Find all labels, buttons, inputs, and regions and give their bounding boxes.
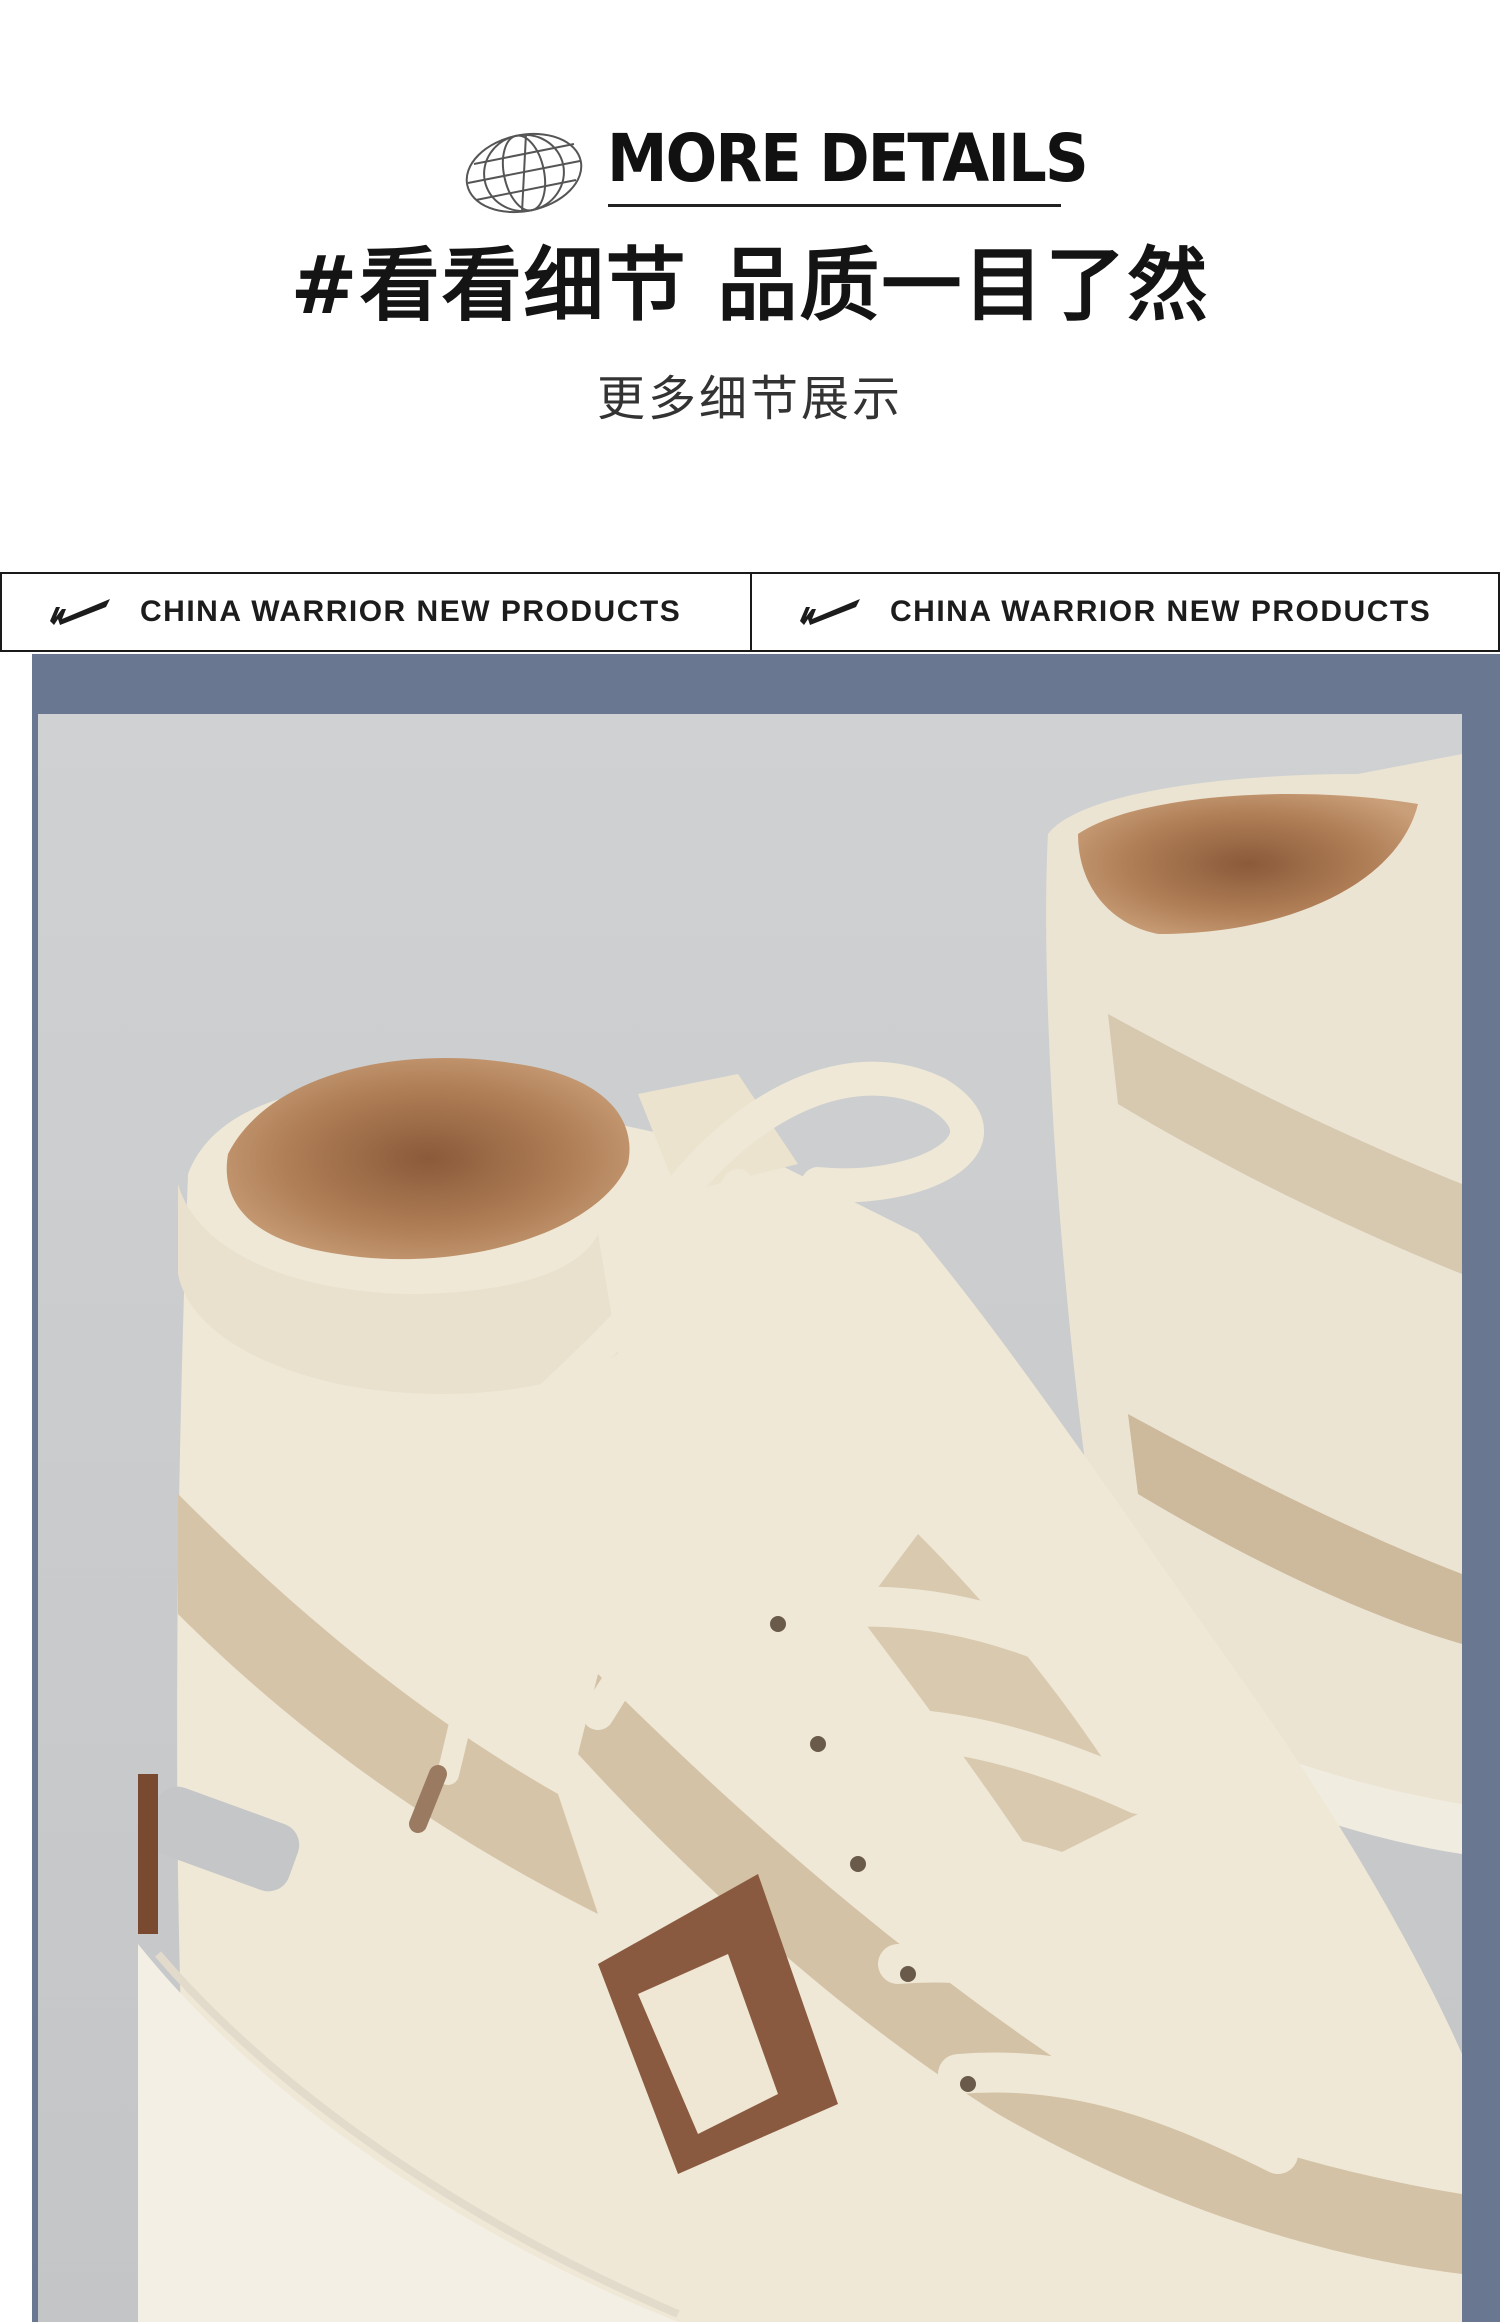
warrior-swoosh-logo — [800, 599, 860, 625]
brand-banner-text: CHINA WARRIOR NEW PRODUCTS — [890, 595, 1432, 628]
product-photo — [38, 714, 1462, 2322]
brand-banner-left: CHINA WARRIOR NEW PRODUCTS — [0, 572, 752, 652]
subline-cn: 更多细节展示 — [596, 371, 903, 427]
title-underline — [608, 204, 1061, 207]
sneaker-illustration — [38, 714, 1462, 2322]
section-title-en: MORE DETAILS — [607, 120, 1089, 197]
brand-banner-text: CHINA WARRIOR NEW PRODUCTS — [140, 595, 682, 628]
brand-banner-right: CHINA WARRIOR NEW PRODUCTS — [750, 572, 1500, 652]
globe-icon — [465, 132, 583, 214]
headline-cn: #看看细节 品质一目了然 — [290, 239, 1210, 332]
warrior-swoosh-logo — [50, 599, 110, 625]
header-section: MORE DETAILS #看看细节 品质一目了然 更多细节展示 — [0, 0, 1500, 570]
